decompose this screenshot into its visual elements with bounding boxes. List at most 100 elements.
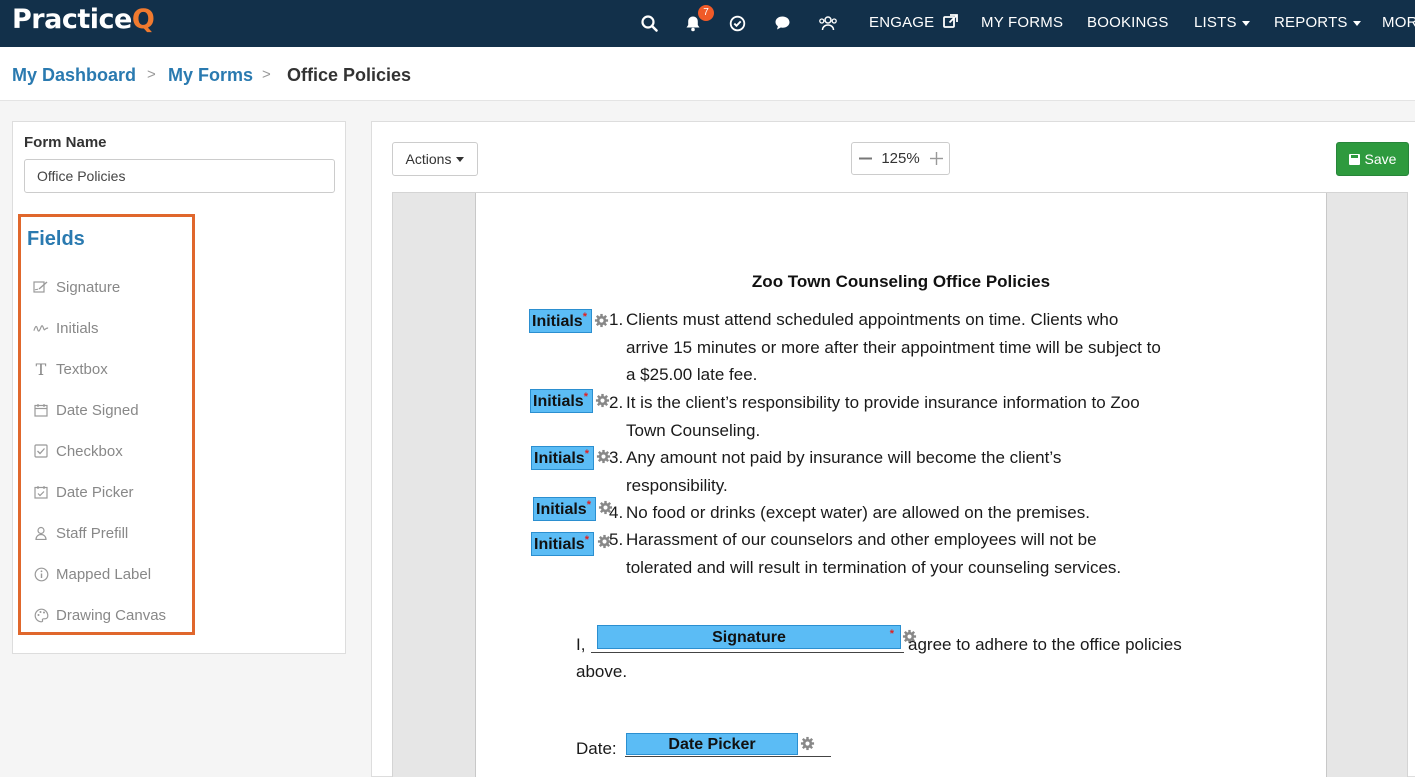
required-mark: * (584, 534, 589, 546)
breadcrumb-current: Office Policies (287, 65, 412, 85)
field-drawing-canvas[interactable]: Drawing Canvas (33, 604, 166, 626)
initials-field[interactable]: Initials * (531, 532, 594, 556)
policy-line: It is the client’s responsibility to pro… (626, 393, 1140, 412)
date-picker-field-label: Date Picker (668, 736, 756, 753)
fields-panel: Fields Signature Initials T Textbox Date… (18, 214, 195, 635)
actions-dropdown-button[interactable]: Actions (392, 142, 478, 176)
breadcrumb-my-dashboard[interactable]: My Dashboard (12, 65, 136, 86)
field-label: Signature (56, 278, 121, 296)
policy-number: 2. (609, 393, 624, 412)
policy-line: Clients must attend scheduled appointmen… (626, 310, 1119, 329)
chevron-down-icon (1241, 20, 1250, 26)
chevron-down-icon (456, 156, 465, 162)
zoom-in-button[interactable] (923, 143, 949, 174)
chevron-down-icon (1352, 20, 1361, 26)
zoom-level: 125% (881, 150, 920, 167)
field-date-signed[interactable]: Date Signed (33, 399, 139, 421)
users-icon[interactable] (815, 11, 841, 35)
breadcrumb-separator: > (262, 66, 271, 83)
save-button[interactable]: Save (1336, 142, 1409, 176)
fields-title: Fields (27, 228, 85, 250)
initials-field[interactable]: Initials * (530, 389, 593, 413)
field-staff-prefill[interactable]: Staff Prefill (33, 522, 128, 544)
signature-field-label: Signature (712, 629, 786, 646)
required-mark: * (889, 628, 894, 640)
initials-field-label: Initials (536, 501, 587, 518)
field-textbox[interactable]: T Textbox (33, 358, 108, 380)
save-label: Save (1364, 151, 1397, 167)
field-checkbox[interactable]: Checkbox (33, 440, 123, 462)
staff-icon (33, 525, 49, 541)
policy-text: No food or drinks (except water) are all… (626, 499, 1090, 527)
initials-field[interactable]: Initials * (533, 497, 596, 521)
signature-underline (591, 652, 904, 653)
form-name-label: Form Name (24, 134, 107, 151)
initials-field[interactable]: Initials * (531, 446, 594, 470)
gear-icon[interactable] (595, 393, 610, 408)
breadcrumb-my-forms[interactable]: My Forms (168, 65, 253, 86)
policy-line: No food or drinks (except water) are all… (626, 503, 1090, 522)
field-label: Textbox (56, 360, 108, 378)
nav-more[interactable]: MOR (1382, 14, 1415, 31)
logo-accent: Q (131, 4, 155, 35)
save-icon (1348, 153, 1360, 165)
zoom-out-button[interactable] (852, 143, 878, 174)
policy-text: Any amount not paid by insurance will be… (626, 444, 1061, 499)
field-mapped-label[interactable]: Mapped Label (33, 563, 151, 585)
date-picker-field[interactable]: Date Picker (626, 733, 798, 755)
field-label: Date Picker (56, 483, 134, 501)
nav-engage[interactable]: ENGAGE (869, 14, 958, 31)
textbox-icon: T (35, 359, 47, 379)
nav-my-forms[interactable]: MY FORMS (981, 14, 1063, 31)
policy-number: 5. (609, 530, 624, 549)
practiceq-logo[interactable]: PracticeQ (12, 4, 155, 35)
search-icon[interactable] (636, 11, 662, 35)
calendar-icon (33, 402, 49, 418)
required-mark: * (584, 448, 589, 460)
field-label: Mapped Label (56, 565, 152, 583)
actions-label: Actions (405, 151, 452, 167)
policy-line: arrive 15 minutes or more after their ap… (626, 337, 1161, 357)
field-initials[interactable]: Initials (33, 317, 99, 339)
nav-lists[interactable]: LISTS (1194, 14, 1250, 31)
form-builder-sidebar: Form Name Fields Signature Initials T Te… (12, 121, 346, 654)
signature-icon (33, 279, 49, 295)
agree-text: agree to adhere to the office policies (908, 635, 1182, 654)
policy-number: 3. (609, 448, 624, 467)
breadcrumb: My Dashboard > My Forms > Office Policie… (0, 47, 1415, 101)
bell-icon[interactable]: 7 (680, 5, 714, 35)
gear-icon[interactable] (800, 736, 815, 751)
check-circle-icon[interactable] (724, 11, 750, 35)
checkbox-icon (33, 443, 49, 459)
nav-bookings[interactable]: BOOKINGS (1087, 14, 1169, 31)
policy-text: Harassment of our counselors and other e… (626, 526, 1121, 581)
required-mark: * (586, 499, 591, 511)
policy-line: tolerated and will result in termination… (626, 557, 1122, 577)
document-page: Zoo Town Counseling Office Policies Init… (475, 193, 1327, 777)
field-label: Drawing Canvas (56, 606, 167, 624)
nav-lists-label: LISTS (1194, 14, 1237, 31)
nav-reports-label: REPORTS (1274, 14, 1348, 31)
field-date-picker[interactable]: Date Picker (33, 481, 134, 503)
initials-field-label: Initials (534, 450, 585, 467)
minus-icon (858, 157, 872, 160)
external-link-icon (942, 14, 958, 28)
form-name-input[interactable] (24, 159, 335, 193)
field-label: Initials (56, 319, 99, 337)
nav-reports[interactable]: REPORTS (1274, 14, 1361, 31)
field-signature[interactable]: Signature (33, 276, 120, 298)
breadcrumb-separator: > (147, 66, 156, 83)
gear-icon[interactable] (594, 313, 609, 328)
required-mark: * (582, 311, 587, 323)
logo-text: Practice (12, 4, 132, 35)
info-icon (33, 566, 49, 582)
agree-text-continued: above. (576, 662, 628, 681)
policy-text: It is the client’s responsibility to pro… (626, 389, 1140, 444)
initials-field[interactable]: Initials * (529, 309, 592, 333)
signature-field[interactable]: Signature * (597, 625, 901, 649)
policy-number: 4. (609, 503, 624, 522)
policy-line: responsibility. (626, 475, 728, 495)
chat-icon[interactable] (769, 11, 795, 35)
policy-text: Clients must attend scheduled appointmen… (626, 306, 1161, 389)
initials-field-label: Initials (533, 393, 584, 410)
